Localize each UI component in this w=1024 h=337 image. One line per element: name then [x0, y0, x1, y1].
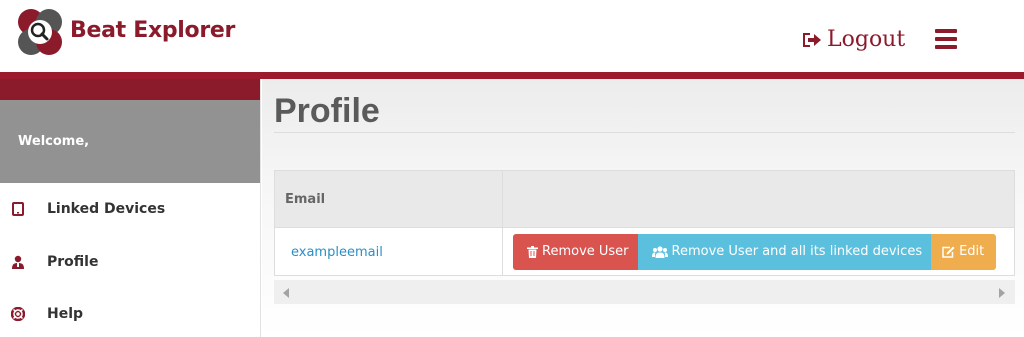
remove-user-button[interactable]: Remove User — [513, 233, 638, 270]
profile-table: Email exampleemail Remove User Remove Us… — [274, 170, 1015, 276]
logout-button[interactable]: Logout — [801, 27, 905, 52]
table-row: exampleemail Remove User Remove User and… — [274, 227, 1015, 276]
main-content: Profile Email exampleemail Remove User R… — [262, 79, 1024, 337]
email-cell: exampleemail — [274, 227, 503, 276]
scroll-right-arrow-icon[interactable] — [999, 288, 1005, 298]
sign-out-icon — [803, 32, 821, 47]
page-title: Profile — [274, 92, 380, 130]
sidebar-item-help[interactable]: Help — [0, 294, 260, 334]
remove-user-label: Remove User — [542, 244, 629, 259]
brand-name[interactable]: Beat Explorer — [70, 18, 235, 43]
beat-explorer-logo-icon[interactable] — [15, 8, 65, 58]
sidebar-top-bar — [0, 79, 260, 100]
column-header-actions — [502, 170, 1015, 228]
email-link[interactable]: exampleemail — [291, 245, 383, 260]
logout-label: Logout — [827, 27, 906, 52]
welcome-text: Welcome, — [18, 134, 90, 149]
top-header: Beat Explorer Logout — [0, 0, 1024, 72]
life-ring-icon — [11, 307, 25, 321]
header-divider — [0, 72, 1024, 79]
title-divider — [274, 132, 1015, 133]
tablet-icon — [11, 202, 25, 216]
sidebar: Welcome, Linked Devices Profile Help — [0, 79, 261, 337]
sidebar-item-label: Linked Devices — [47, 201, 166, 217]
hamburger-menu-icon[interactable] — [935, 29, 957, 49]
remove-user-and-devices-button[interactable]: Remove User and all its linked devices — [637, 233, 932, 270]
remove-user-and-devices-label: Remove User and all its linked devices — [671, 244, 923, 259]
edit-button[interactable]: Edit — [931, 233, 997, 270]
table-header-row: Email — [274, 170, 1015, 228]
scroll-left-arrow-icon[interactable] — [283, 288, 289, 298]
column-header-email: Email — [274, 170, 503, 228]
edit-label: Edit — [959, 244, 985, 259]
user-icon — [11, 255, 25, 269]
sidebar-item-label: Profile — [47, 254, 99, 270]
horizontal-scrollbar[interactable] — [274, 280, 1015, 304]
actions-cell: Remove User Remove User and all its link… — [502, 227, 1015, 276]
trash-icon — [527, 245, 538, 258]
action-button-group: Remove User Remove User and all its link… — [503, 233, 1014, 270]
edit-icon — [942, 246, 955, 258]
sidebar-item-profile[interactable]: Profile — [0, 242, 260, 282]
users-icon — [651, 245, 668, 258]
sidebar-item-label: Help — [47, 306, 84, 322]
welcome-panel: Welcome, — [0, 100, 260, 183]
sidebar-item-linked-devices[interactable]: Linked Devices — [0, 189, 260, 229]
